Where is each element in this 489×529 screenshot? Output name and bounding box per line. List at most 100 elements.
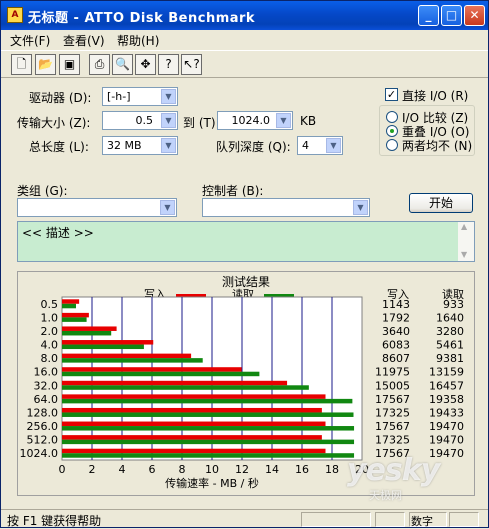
scroll-up-icon[interactable]: ▲ [461,222,467,231]
direct-io-checkbox[interactable]: ✓ [385,88,398,101]
move-icon[interactable]: ✥ [135,54,156,75]
description-textarea[interactable]: << 描述 >> ▲ ▼ [17,221,475,262]
print-preview-icon[interactable]: 🔍 [112,54,133,75]
category-label: 64.0 [34,393,59,406]
overlap-io-radio[interactable] [386,125,398,137]
x-tick-label: 16 [295,463,309,476]
scroll-down-icon[interactable]: ▼ [461,250,467,259]
unit-label: KB [300,114,317,128]
write-bar [62,421,326,427]
read-bar [62,330,112,336]
category-label: 32.0 [34,379,59,392]
menu-help[interactable]: 帮助(H) [117,32,159,49]
category-label: 4.0 [41,339,59,352]
read-bar [62,371,260,377]
read-bar [62,398,353,404]
chevron-down-icon[interactable]: ▼ [161,89,176,104]
x-tick-label: 2 [89,463,96,476]
menu-file[interactable]: 文件(F) [10,32,50,49]
write-value: 8607 [382,352,410,365]
write-value: 1143 [382,298,410,311]
total-length-value: 32 MB [107,139,142,152]
write-value: 3640 [382,325,410,338]
queue-depth-select[interactable]: 4 ▼ [297,136,343,155]
write-bar [62,394,326,399]
status-bar: 按 F1 键获得帮助 数字 [1,509,488,528]
write-value: 17325 [375,434,410,447]
controller-select[interactable]: ▼ [202,198,370,217]
read-value: 16457 [429,379,464,392]
category-label: 256.0 [27,420,59,433]
title-bar[interactable]: A 无标题 - ATTO Disk Benchmark _ □ ✕ [1,1,488,30]
read-value: 9381 [436,352,464,365]
new-icon[interactable]: 🗋 [11,54,32,75]
results-title: 测试结果 [222,274,270,289]
read-bar [62,385,309,390]
read-value: 19358 [429,393,464,406]
category-label: 1.0 [41,311,59,324]
read-bar [62,344,144,350]
write-value: 17567 [375,420,410,433]
open-icon[interactable]: 📂 [35,54,56,75]
print-icon[interactable]: ⎙ [89,54,110,75]
chevron-down-icon[interactable]: ▼ [160,200,175,215]
io-compare-radio[interactable] [386,111,398,123]
chevron-down-icon[interactable]: ▼ [326,138,341,153]
transfer-to-select[interactable]: 1024.0 ▼ [217,111,293,130]
neither-radio[interactable] [386,139,398,151]
status-help-text: 按 F1 键获得帮助 [7,514,102,528]
read-value: 13159 [429,366,464,379]
read-bar [62,317,87,322]
x-tick-label: 8 [179,463,186,476]
menu-view[interactable]: 查看(V) [63,32,105,49]
x-tick-label: 4 [119,463,126,476]
context-help-icon[interactable]: ↖? [181,54,202,75]
write-value: 11975 [375,366,410,379]
total-length-select[interactable]: 32 MB ▼ [102,136,178,155]
read-bar [62,453,355,458]
maximize-button[interactable]: □ [441,5,462,26]
chevron-down-icon[interactable]: ▼ [161,138,176,153]
category-label: 2.0 [41,325,59,338]
transfer-to-value: 1024.0 [231,114,271,127]
save-icon[interactable]: ▣ [59,54,80,75]
menu-bar: 文件(F) 查看(V) 帮助(H) [1,30,488,50]
yesky-watermark-sub: 天极网 [369,489,402,502]
help-icon[interactable]: ? [158,54,179,75]
chevron-down-icon[interactable]: ▼ [161,113,176,128]
x-tick-label: 14 [265,463,279,476]
queue-depth-value: 4 [302,139,309,152]
close-button[interactable]: ✕ [464,5,485,26]
description-scrollbar[interactable]: ▲ ▼ [458,222,474,261]
description-text: << 描述 >> [22,226,94,240]
write-value: 17325 [375,406,410,419]
drive-select[interactable]: [-h-] ▼ [102,87,178,106]
drive-value: [-h-] [107,90,131,103]
start-button[interactable]: 开始 [409,193,473,213]
read-bar [62,303,76,309]
write-value: 15005 [375,379,410,392]
write-value: 6083 [382,339,410,352]
read-bar [62,439,355,445]
category-select[interactable]: ▼ [17,198,177,217]
read-bar [62,358,203,363]
x-tick-label: 0 [59,463,66,476]
category-label: 128.0 [27,406,59,419]
write-value: 17567 [375,393,410,406]
write-bar [62,435,322,440]
status-num-cell: 数字 [409,512,447,528]
chevron-down-icon[interactable]: ▼ [276,113,291,128]
chevron-down-icon[interactable]: ▼ [353,200,368,215]
drive-label: 驱动器 (D): [29,91,92,105]
minimize-button[interactable]: _ [418,5,439,26]
read-bar [62,412,354,417]
transfer-from-select[interactable]: 0.5 ▼ [102,111,178,130]
write-bar [62,312,89,318]
status-cell [375,512,405,527]
direct-io-label: 直接 I/O (R) [402,89,469,103]
write-value: 1792 [382,311,410,324]
app-icon[interactable]: A [7,7,23,23]
to-label: 到 (T) [183,116,216,130]
total-length-label: 总长度 (L): [29,140,89,154]
window-title: 无标题 - ATTO Disk Benchmark [28,11,256,26]
